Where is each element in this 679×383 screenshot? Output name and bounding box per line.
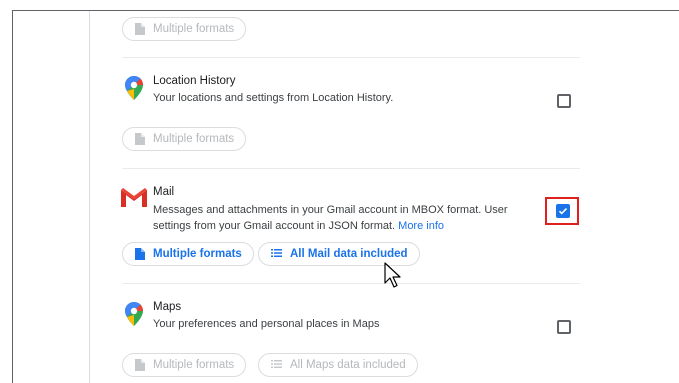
multiple-formats-chip[interactable]: Multiple formats (122, 242, 254, 266)
chip-label: Multiple formats (153, 23, 235, 35)
maps-pin-icon (125, 76, 143, 105)
mail-checkbox[interactable] (556, 204, 570, 218)
file-icon (135, 248, 145, 260)
file-icon (135, 359, 145, 371)
multiple-formats-chip[interactable]: Multiple formats (122, 127, 247, 151)
more-info-link[interactable]: More info (398, 220, 444, 232)
mail-title: Mail (153, 186, 175, 198)
chip-label: Multiple formats (153, 248, 242, 260)
mail-description-line2: settings from your Gmail account in JSON… (153, 218, 444, 234)
chip-label: All Mail data included (290, 248, 408, 260)
chip-label: Multiple formats (153, 359, 235, 371)
location-history-checkbox[interactable] (557, 94, 571, 108)
mail-description-text: settings from your Gmail account in JSON… (153, 220, 396, 232)
list-icon (271, 248, 282, 260)
maps-description: Your preferences and personal places in … (153, 318, 380, 330)
file-icon (135, 23, 145, 35)
mouse-pointer-icon (384, 262, 402, 293)
row-divider (122, 168, 580, 169)
multiple-formats-chip[interactable]: Multiple formats (122, 17, 247, 41)
checkmark-icon (558, 208, 568, 215)
location-history-title: Location History (153, 75, 236, 87)
row-divider (122, 57, 580, 58)
list-icon (271, 359, 282, 371)
location-history-description: Your locations and settings from Locatio… (153, 92, 394, 104)
maps-checkbox[interactable] (557, 320, 571, 334)
maps-title: Maps (153, 301, 182, 313)
chip-label: Multiple formats (153, 133, 235, 145)
file-icon (135, 133, 145, 145)
row-divider (122, 283, 580, 284)
all-maps-data-chip[interactable]: All Maps data included (258, 353, 418, 377)
multiple-formats-chip[interactable]: Multiple formats (122, 353, 247, 377)
maps-pin-icon (125, 302, 143, 331)
content-left-border (89, 11, 90, 383)
mail-description-line1: Messages and attachments in your Gmail a… (153, 204, 508, 216)
gmail-icon (121, 188, 147, 212)
chip-label: All Maps data included (290, 359, 406, 371)
